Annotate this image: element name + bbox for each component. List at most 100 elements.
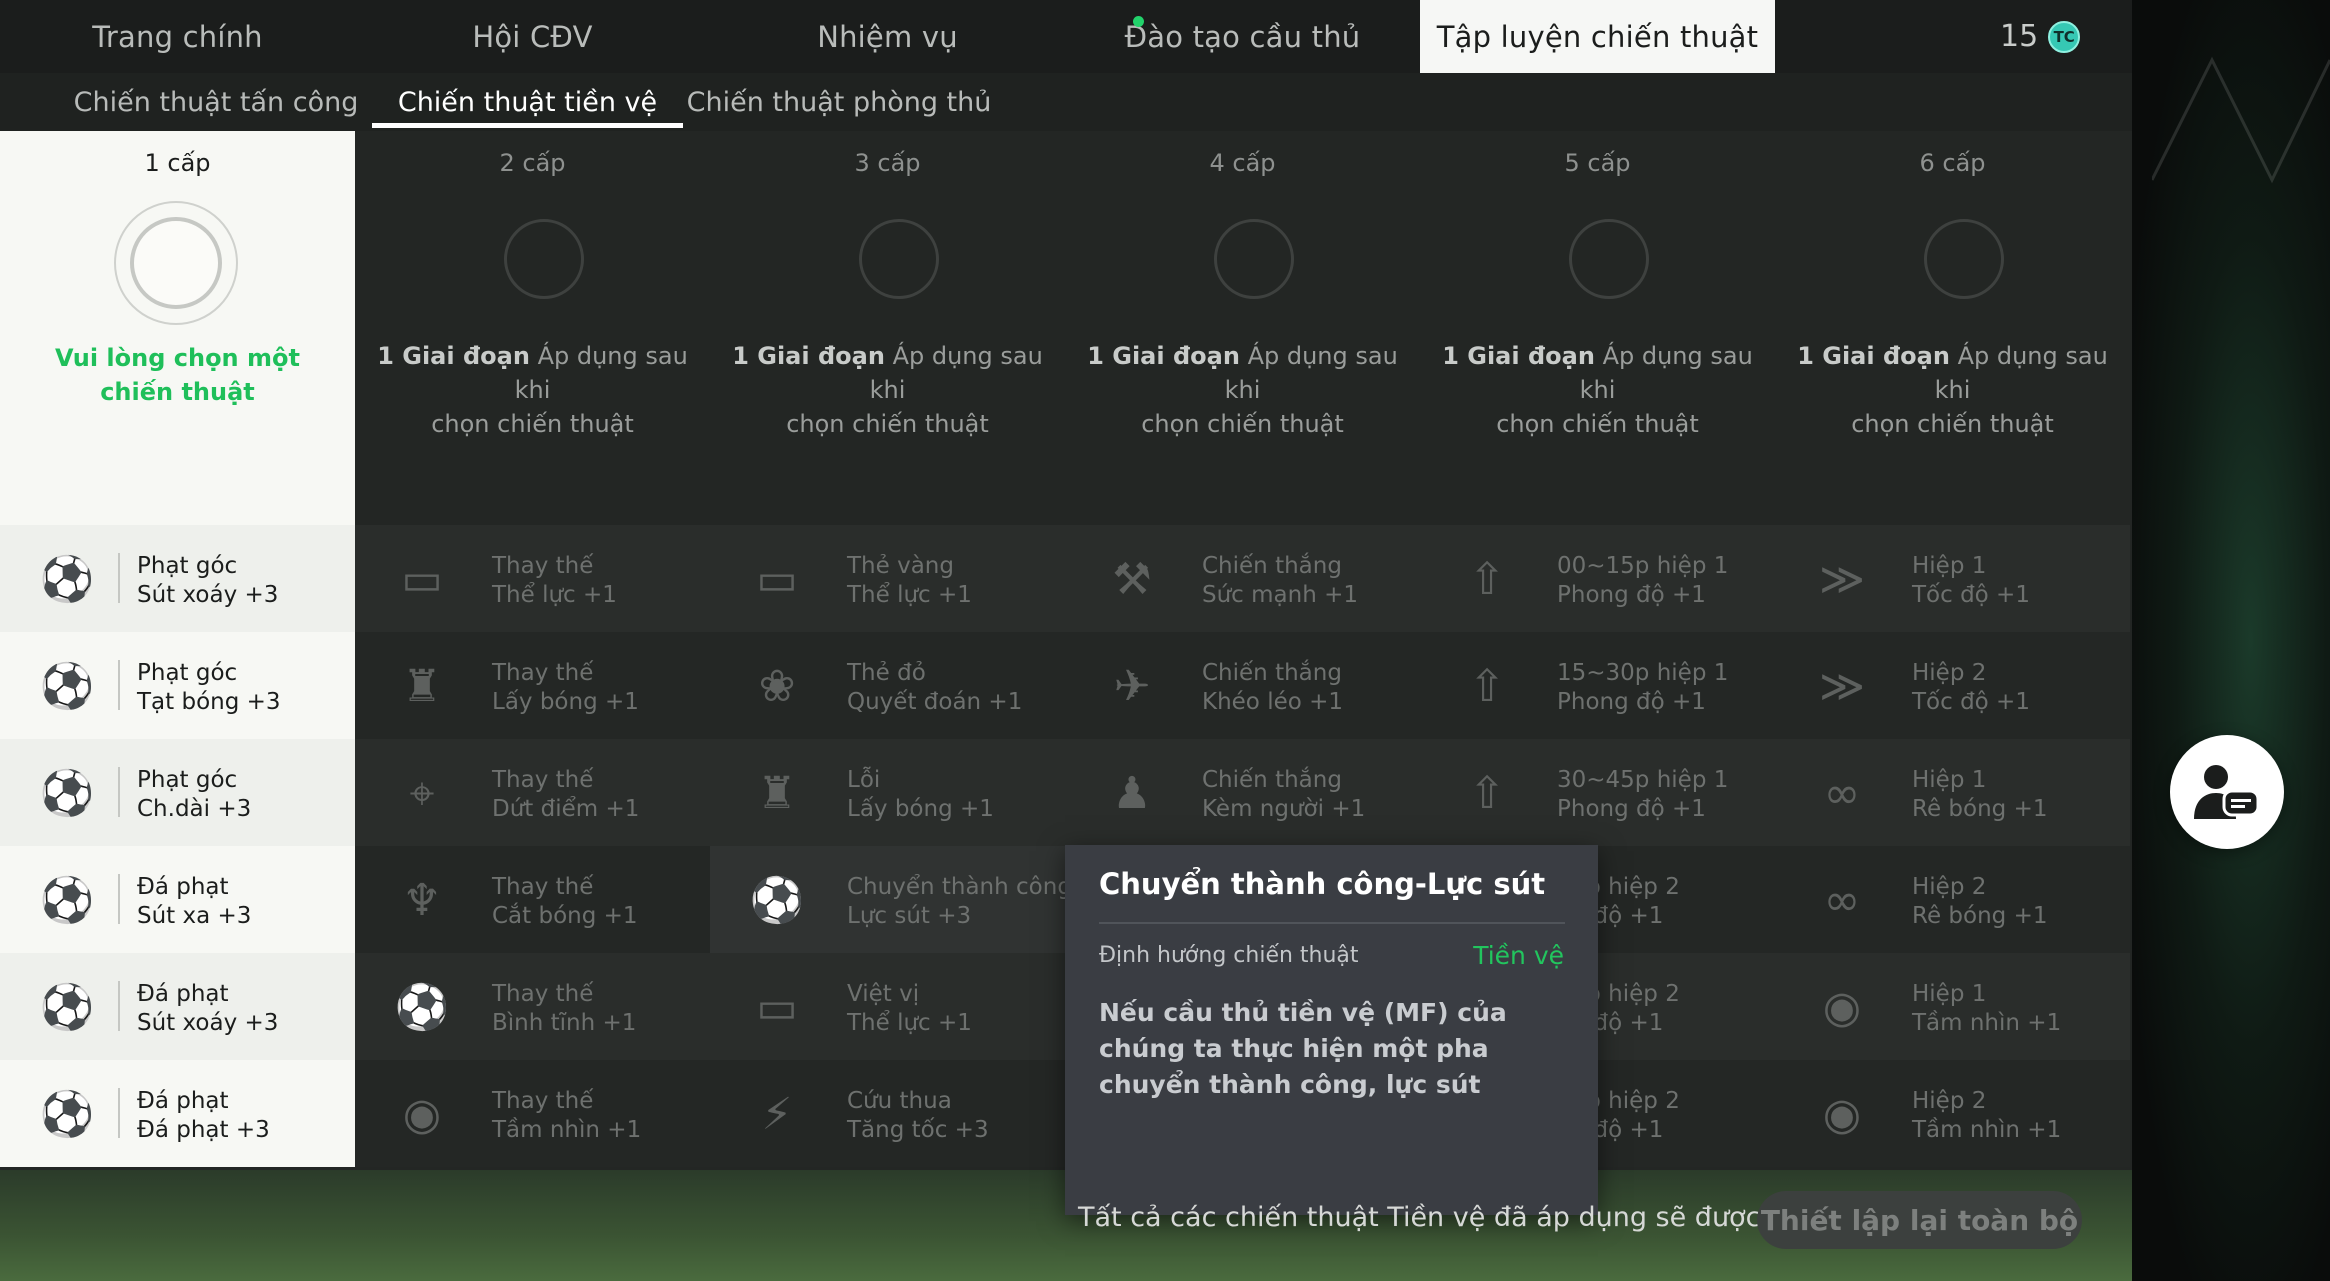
tactic-option-icon: ❀ (758, 660, 796, 712)
tactic-option-effect: Sức mạnh +1 (1202, 582, 1359, 608)
tactic-option[interactable]: ❀ Thẻ đỏ Quyết đoán +1 (710, 632, 1065, 739)
tactic-option[interactable]: ♟ Chiến thắng Kèm người +1 (1065, 739, 1420, 846)
tactic-option[interactable]: ⚒ Chiến thắng Sức mạnh +1 (1065, 525, 1420, 632)
tab-fan-club[interactable]: Hội CĐV (355, 0, 710, 73)
tactic-option-condition: Thay thế (492, 874, 594, 900)
tactic-option[interactable]: ✈ Chiến thắng Khéo léo +1 (1065, 632, 1420, 739)
tactic-slot-ring[interactable] (114, 201, 238, 325)
tactic-slot-ring[interactable] (1569, 219, 1649, 299)
tactic-option-effect: Sút xa +3 (137, 903, 252, 929)
tactic-option-icon: ∞ (1823, 767, 1861, 819)
tactic-option[interactable]: ◉ Thay thế Tầm nhìn +1 (355, 1060, 710, 1167)
chat-support-button[interactable] (2170, 735, 2284, 849)
tactic-option-icon: ◉ (1822, 1088, 1862, 1140)
tab-player-training[interactable]: Đào tạo cầu thủ (1065, 0, 1420, 73)
tactic-option-condition: Chuyển thành công (847, 874, 1072, 900)
phase-label: 1 Giai đoạn (732, 342, 885, 370)
tactic-option-effect: Tốc độ +1 (1912, 689, 2030, 715)
level-column-header[interactable]: 3 cấp 1 Giai đoạn Áp dụng sau khi chọn ch… (710, 131, 1065, 525)
phase-desc-1: Áp dụng sau khi (1579, 342, 1753, 404)
tactic-option-condition: Hiệp 1 (1912, 553, 1987, 579)
subtab-attack-tactics[interactable]: Chiến thuật tấn công (60, 73, 372, 131)
phase-description: 1 Giai đoạn Áp dụng sau khi chọn chiến th… (375, 339, 690, 441)
tactic-option-icon: ✈ (1113, 660, 1151, 712)
tooltip-divider (1099, 922, 1565, 924)
level-column-header[interactable]: 6 cấp 1 Giai đoạn Áp dụng sau khi chọn ch… (1775, 131, 2130, 525)
tactic-option-effect: Bình tĩnh +1 (492, 1010, 637, 1036)
divider (118, 981, 120, 1031)
tactic-option[interactable]: ♜ Thay thế Lấy bóng +1 (355, 632, 710, 739)
tactic-option[interactable]: ⌖ Thay thế Dứt điểm +1 (355, 739, 710, 846)
tactic-slot-ring[interactable] (1214, 219, 1294, 299)
level-column-header[interactable]: 4 cấp 1 Giai đoạn Áp dụng sau khi chọn ch… (1065, 131, 1420, 525)
tactic-option[interactable]: ⚽ Chuyển thành công Lực sút +3 (710, 846, 1072, 953)
tactic-option[interactable]: ⚽ Phạt góc Ch.dài +3 (0, 739, 355, 846)
level-label: 2 cấp (499, 149, 566, 177)
tactic-option-icon: ♟ (1112, 767, 1152, 819)
tactic-option-condition: 00~15p hiệp 1 (1557, 553, 1729, 579)
coin-counter: 15 TC (2000, 0, 2081, 73)
tactic-option-condition: Thay thế (492, 660, 594, 686)
tactic-option[interactable]: ⚽ Đá phạt Đá phạt +3 (0, 1060, 355, 1167)
tactic-option-condition: Chiến thắng (1202, 767, 1342, 793)
tactic-option-effect: Tốc độ +1 (1912, 582, 2030, 608)
divider (118, 660, 120, 710)
level-column-header[interactable]: 2 cấp 1 Giai đoạn Áp dụng sau khi chọn ch… (355, 131, 710, 525)
tactic-option-effect: Tầm nhìn +1 (1912, 1010, 2062, 1036)
tactic-option-effect: Tạt bóng +3 (137, 689, 281, 715)
tactic-option[interactable]: ⇧ 15~30p hiệp 1 Phong độ +1 (1420, 632, 1775, 739)
tactic-option[interactable]: ⚡ Cứu thua Tăng tốc +3 (710, 1060, 1065, 1167)
select-prompt: Vui lòng chọn một chiến thuật (55, 344, 300, 406)
tactic-option[interactable]: ⇧ 30~45p hiệp 1 Phong độ +1 (1420, 739, 1775, 846)
tactic-option[interactable]: ≫ Hiệp 2 Tốc độ +1 (1775, 632, 2130, 739)
tactic-option[interactable]: ▭ Thay thế Thể lực +1 (355, 525, 710, 632)
tactic-option[interactable]: ⚽ Thay thế Bình tĩnh +1 (355, 953, 710, 1060)
divider (118, 553, 120, 603)
phase-description: 1 Giai đoạn Áp dụng sau khi chọn chiến th… (1440, 339, 1755, 441)
tactic-option-effect: Sút xoáy +3 (137, 1010, 279, 1036)
tactic-option-icon: ▭ (756, 981, 798, 1033)
divider (118, 874, 120, 924)
tactic-option[interactable]: ∞ Hiệp 2 Rê bóng +1 (1775, 846, 2130, 953)
phase-desc-1: Áp dụng sau khi (1934, 342, 2108, 404)
tactic-option[interactable]: ∞ Hiệp 1 Rê bóng +1 (1775, 739, 2130, 846)
tactic-option[interactable]: ♜ Lỗi Lấy bóng +1 (710, 739, 1065, 846)
triangle-pattern (2152, 56, 2330, 184)
tactic-option[interactable]: ◉ Hiệp 2 Tầm nhìn +1 (1775, 1060, 2130, 1167)
tactic-option-effect: Ch.dài +3 (137, 796, 252, 822)
tactic-option[interactable]: ⇧ 00~15p hiệp 1 Phong độ +1 (1420, 525, 1775, 632)
tactic-option[interactable]: ◉ Hiệp 1 Tầm nhìn +1 (1775, 953, 2130, 1060)
tactic-option-condition: Chiến thắng (1202, 660, 1342, 686)
tactic-option[interactable]: ≫ Hiệp 1 Tốc độ +1 (1775, 525, 2130, 632)
tactic-option[interactable]: ⚽ Đá phạt Sút xoáy +3 (0, 953, 355, 1060)
phase-description: 1 Giai đoạn Áp dụng sau khi chọn chiến th… (730, 339, 1045, 441)
tactic-option-condition: Thẻ vàng (847, 553, 954, 579)
tooltip-title: Chuyển thành công-Lực sút (1099, 867, 1546, 901)
tactic-slot-ring[interactable] (1924, 219, 2004, 299)
phase-desc-2: chọn chiến thuật (1141, 410, 1344, 438)
tactic-option-condition: Lỗi (847, 767, 881, 793)
tactic-option-condition: Đá phạt (137, 1088, 229, 1114)
tab-tactic-training[interactable]: Tập luyện chiến thuật (1420, 0, 1775, 73)
level-column-header[interactable]: 1 cấp Vui lòng chọn một chiến thuật (0, 131, 355, 525)
level-column-header[interactable]: 5 cấp 1 Giai đoạn Áp dụng sau khi chọn ch… (1420, 131, 1775, 525)
subtab-defense-tactics[interactable]: Chiến thuật phòng thủ (683, 73, 995, 131)
tactic-option[interactable]: ▭ Thẻ vàng Thể lực +1 (710, 525, 1065, 632)
tactic-option[interactable]: ⚽ Đá phạt Sút xa +3 (0, 846, 355, 953)
tactic-option-effect: Rê bóng +1 (1912, 903, 2048, 929)
reset-all-button[interactable]: Thiết lập lại toàn bộ (1757, 1191, 2082, 1249)
tactic-option-condition: Việt vị (847, 981, 920, 1007)
tactic-option[interactable]: ▭ Việt vị Thể lực +1 (710, 953, 1065, 1060)
tactic-option[interactable]: ⚽ Phạt góc Sút xoáy +3 (0, 525, 355, 632)
tactic-option-icon: ⚽ (749, 875, 805, 926)
phase-desc-1: Áp dụng sau khi (869, 342, 1043, 404)
tactic-option[interactable]: ♆ Thay thế Cắt bóng +1 (355, 846, 710, 953)
tab-missions[interactable]: Nhiệm vụ (710, 0, 1065, 73)
phase-description: 1 Giai đoạn Áp dụng sau khi chọn chiến th… (1085, 339, 1400, 441)
tactic-slot-ring[interactable] (504, 219, 584, 299)
tab-home[interactable]: Trang chính (0, 0, 355, 73)
tactic-option-icon: ⇧ (1468, 553, 1506, 605)
phase-label: 1 Giai đoạn (1797, 342, 1950, 370)
tactic-option[interactable]: ⚽ Phạt góc Tạt bóng +3 (0, 632, 355, 739)
tactic-slot-ring[interactable] (859, 219, 939, 299)
